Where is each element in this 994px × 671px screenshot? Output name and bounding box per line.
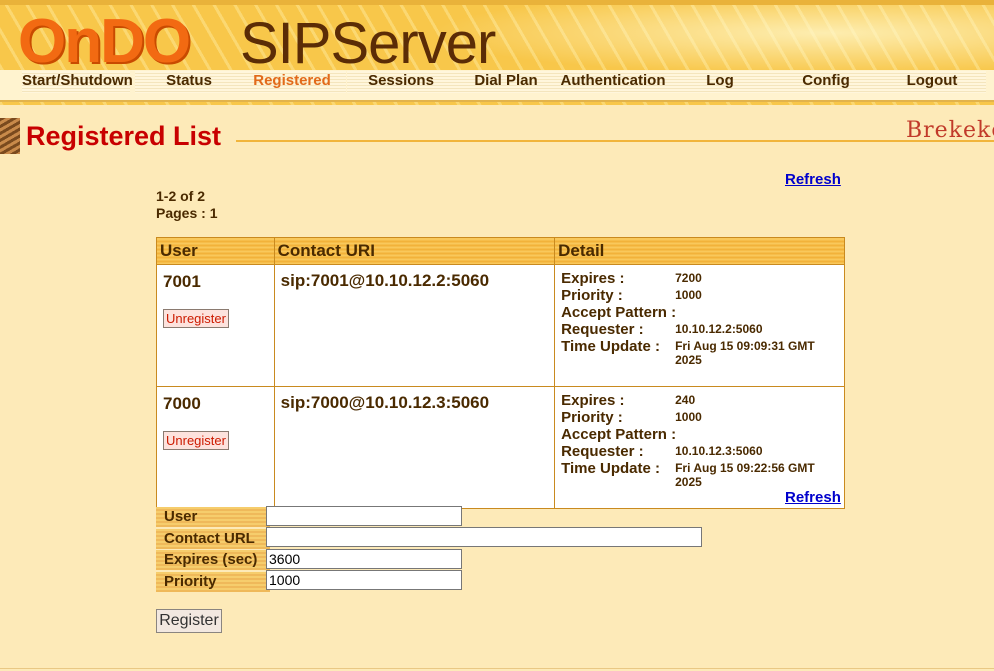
time-update-value: Fri Aug 15 09:09:31 GMT 2025 (675, 339, 815, 367)
user-cell: 7001 Unregister (156, 264, 275, 387)
nav-start-shutdown[interactable]: Start/Shutdown (22, 71, 133, 93)
expires-field-label: Expires (sec) (156, 550, 270, 570)
list-count-info: 1-2 of 2 Pages : 1 (156, 188, 217, 222)
registered-table: User Contact URI Detail 7001 Unregister … (156, 237, 845, 509)
priority-label: Priority : (561, 287, 623, 304)
title-decor-icon (0, 118, 20, 154)
contact-url-field-label: Contact URL (156, 529, 270, 549)
nav-logout[interactable]: Logout (878, 71, 986, 93)
nav-dial-plan[interactable]: Dial Plan (452, 71, 560, 93)
user-id: 7000 (163, 394, 201, 413)
pages-text: Pages : 1 (156, 205, 218, 221)
table-row: 7000 Unregister sip:7000@10.10.12.3:5060… (156, 386, 845, 509)
refresh-link-bottom[interactable]: Refresh (785, 489, 841, 506)
nav-registered[interactable]: Registered (238, 71, 346, 93)
contact-uri-cell: sip:7000@10.10.12.3:5060 (273, 386, 556, 509)
requester-value: 10.10.12.3:5060 (675, 444, 763, 458)
expires-value: 240 (675, 393, 696, 407)
priority-label: Priority : (561, 409, 623, 426)
accept-pattern-label: Accept Pattern : (561, 304, 677, 321)
unregister-button[interactable]: Unregister (163, 309, 229, 328)
nav-authentication[interactable]: Authentication (559, 71, 667, 93)
range-text: 1-2 of 2 (156, 188, 206, 204)
register-button[interactable]: Register (156, 609, 222, 633)
user-id: 7001 (163, 272, 201, 291)
expires-input[interactable] (266, 549, 462, 569)
page-title: Registered List (26, 121, 222, 151)
requester-value: 10.10.12.2:5060 (675, 322, 763, 336)
contact-uri-cell: sip:7001@10.10.12.2:5060 (273, 264, 556, 387)
priority-value: 1000 (675, 288, 702, 302)
user-field-label: User (156, 507, 270, 527)
col-header-user: User (156, 237, 275, 265)
time-update-value: Fri Aug 15 09:22:56 GMT 2025 (675, 461, 815, 489)
sipserver-logo: SIPServer (240, 11, 496, 76)
ondo-logo: OnDO (18, 7, 191, 76)
refresh-link-top[interactable]: Refresh (785, 171, 841, 188)
brekeke-logo: Brekeke (906, 118, 994, 143)
unregister-button[interactable]: Unregister (163, 431, 229, 450)
time-update-label: Time Update : (561, 460, 660, 477)
header-sunburst (430, 5, 994, 75)
time-update-label: Time Update : (561, 338, 660, 355)
table-header-row: User Contact URI Detail (156, 237, 845, 265)
nav-sessions[interactable]: Sessions (347, 71, 455, 93)
nav-status[interactable]: Status (135, 71, 243, 93)
detail-cell: Expires : 7200 Priority : 1000 Accept Patt… (554, 264, 845, 387)
priority-value: 1000 (675, 410, 702, 424)
col-header-detail: Detail (554, 237, 845, 265)
accept-pattern-label: Accept Pattern : (561, 426, 677, 443)
expires-label: Expires : (561, 392, 625, 409)
nav-log[interactable]: Log (666, 71, 774, 93)
nav-config[interactable]: Config (772, 71, 880, 93)
bottom-divider (0, 668, 994, 669)
priority-input[interactable] (266, 570, 462, 590)
expires-value: 7200 (675, 271, 702, 285)
user-input[interactable] (266, 506, 462, 526)
expires-label: Expires : (561, 270, 625, 287)
requester-label: Requester : (561, 443, 644, 460)
title-divider (236, 140, 994, 142)
contact-url-input[interactable] (266, 527, 702, 547)
col-header-contact-uri: Contact URI (273, 237, 556, 265)
main-nav: Start/Shutdown Status Registered Session… (0, 70, 994, 102)
table-row: 7001 Unregister sip:7001@10.10.12.2:5060… (156, 264, 845, 387)
requester-label: Requester : (561, 321, 644, 338)
user-cell: 7000 Unregister (156, 386, 275, 509)
priority-field-label: Priority (156, 572, 270, 592)
title-bar: Registered List Brekeke (0, 118, 994, 154)
